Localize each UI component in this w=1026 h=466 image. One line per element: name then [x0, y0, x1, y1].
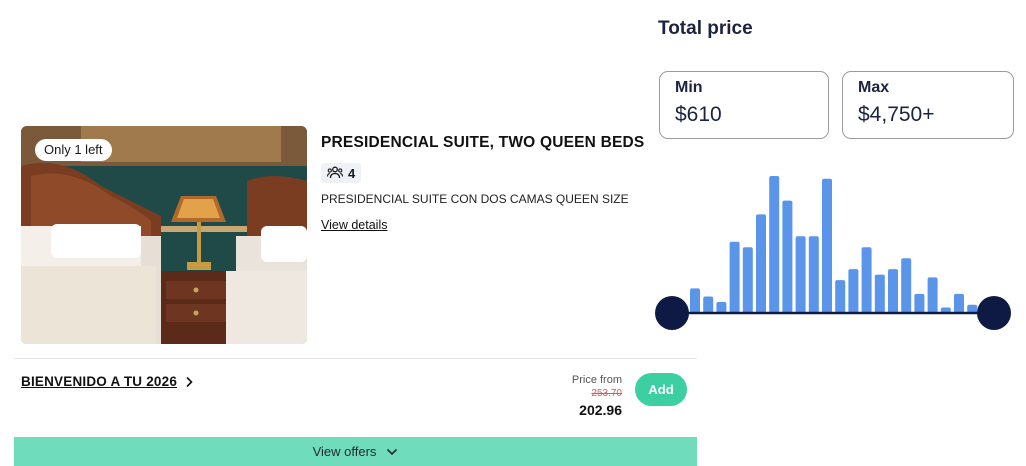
original-price: 253.70: [591, 388, 622, 399]
people-icon: [327, 166, 343, 179]
max-price-label: Max: [858, 79, 890, 96]
histogram-bar: [888, 269, 898, 313]
histogram-bar: [729, 241, 740, 313]
add-button[interactable]: Add: [635, 373, 687, 406]
rate-plan-name: BIENVENIDO A TU 2026: [21, 374, 178, 389]
occupancy-count: 4: [348, 165, 356, 181]
histogram-bar: [914, 293, 925, 313]
price-block: Price from 253.70 202.96: [572, 374, 622, 418]
max-slider-handle[interactable]: [977, 296, 1011, 330]
rate-plan-link[interactable]: BIENVENIDO A TU 2026: [21, 374, 193, 389]
histogram-bar: [808, 236, 819, 313]
histogram-bar: [874, 274, 885, 313]
view-offers-label: View offers: [312, 444, 377, 459]
histogram-bar: [782, 200, 793, 313]
histogram-bar: [690, 288, 700, 313]
occupancy-badge: 4: [321, 163, 362, 183]
histogram-bar: [795, 236, 806, 313]
max-price-field[interactable]: Max $4,750+: [842, 71, 1014, 139]
histogram-bar: [927, 277, 938, 313]
price-from-label: Price from: [571, 374, 622, 386]
min-price-field[interactable]: Min $610: [659, 71, 829, 139]
view-details-link[interactable]: View details: [321, 218, 387, 232]
chevron-right-icon: [186, 376, 193, 387]
histogram-bar: [901, 258, 912, 313]
histogram-bar: [848, 269, 859, 313]
histogram-bar: [822, 178, 832, 313]
histogram-bar: [756, 214, 766, 313]
histogram-bar: [703, 296, 714, 313]
histogram-bar: [954, 293, 964, 313]
chevron-down-icon: [387, 448, 398, 455]
room-title: PRESIDENCIAL SUITE, TWO QUEEN BEDS: [321, 134, 645, 151]
room-subtitle: PRESIDENCIAL SUITE CON DOS CAMAS QUEEN S…: [321, 192, 629, 206]
divider: [14, 358, 697, 359]
histogram-bar: [742, 247, 753, 313]
histogram-bar: [861, 247, 872, 313]
price-histogram: [655, 176, 1011, 330]
current-price: 202.96: [579, 402, 622, 418]
price-filter-title: Total price: [658, 18, 753, 39]
histogram-bar: [835, 280, 846, 313]
min-price-value: $610: [675, 103, 722, 126]
min-slider-handle[interactable]: [655, 296, 689, 330]
view-offers-button[interactable]: View offers: [14, 437, 697, 466]
min-price-label: Min: [675, 79, 703, 96]
histogram-bar: [716, 302, 727, 313]
histogram-bar: [769, 176, 780, 313]
max-price-value: $4,750+: [858, 103, 935, 126]
availability-badge: Only 1 left: [35, 139, 112, 161]
